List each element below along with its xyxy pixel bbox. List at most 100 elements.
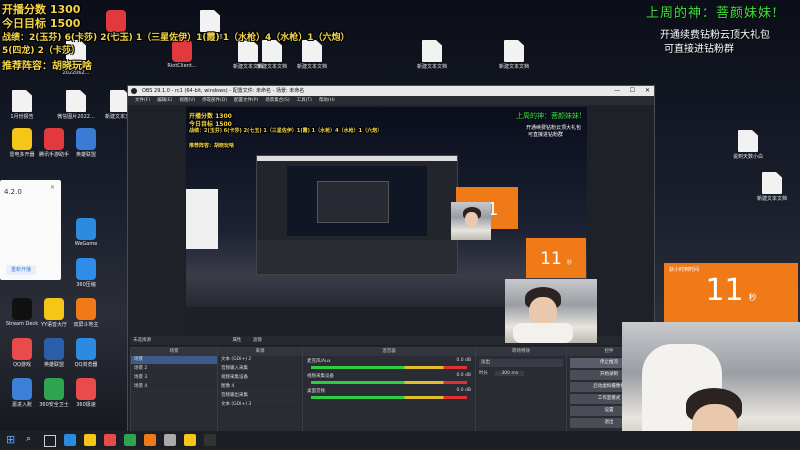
menu-item-3[interactable]: 视图(V)	[179, 98, 195, 103]
menu-item-8[interactable]: 帮助(H)	[319, 98, 335, 103]
transitions-panel: 转场特效 淡出 时长 300 ms	[475, 347, 567, 433]
desktop-icon-5[interactable]: 新建文本文档	[412, 40, 452, 70]
restart-stream-button[interactable]: 重新开播	[6, 265, 36, 275]
desktop-icon-label: QQ浏览器	[74, 362, 98, 368]
app-icon	[76, 258, 96, 280]
mixer-header: 混音器	[303, 348, 475, 356]
app-icon	[76, 378, 96, 400]
source-row-2[interactable]: 音频输入采集	[218, 365, 302, 374]
taskbar-app-icon-8[interactable]	[204, 434, 216, 446]
overlay-promo-1: 开通续费钻粉云顶大礼包	[660, 30, 770, 41]
preview-webcam	[451, 202, 491, 240]
desktop-icon-21[interactable]: 360极速	[66, 378, 106, 408]
close-window-icon[interactable]: ✕	[645, 86, 650, 96]
overlay-lineup: 推荐阵容：胡晓玩啥	[2, 61, 92, 72]
app-icon	[76, 298, 96, 320]
duration-label: 时长	[479, 371, 488, 376]
taskbar-app-icon-5[interactable]	[144, 434, 156, 446]
volume-meter[interactable]	[311, 381, 467, 384]
mixer-channel-name: 桌面音频	[307, 389, 325, 394]
volume-meter[interactable]	[311, 396, 467, 399]
filters-button[interactable]: 滤镜	[253, 338, 262, 343]
minimize-icon[interactable]: —	[614, 86, 620, 96]
sources-list: 文本 (GDI+) 2 音频输入采集 视频采集设备 图像 4 音频输出采集 文本 (GDI…	[218, 356, 302, 410]
app-icon	[12, 298, 32, 320]
transitions-header: 转场特效	[476, 348, 566, 356]
overlay-target: 今日目标 1500	[2, 17, 81, 30]
app-icon	[12, 378, 32, 400]
preview-promo-1: 开通续费钻粉云顶大礼包	[526, 125, 582, 131]
desktop-icon-7[interactable]: 1月份报告	[2, 90, 42, 120]
scenes-header: 场景	[131, 348, 217, 356]
menu-item-6[interactable]: 场景集合(S)	[265, 98, 289, 103]
menu-item-1[interactable]: 文件(F)	[135, 98, 150, 103]
menu-item-7[interactable]: 工具(T)	[297, 98, 312, 103]
taskbar-app-icon-7[interactable]	[184, 434, 196, 446]
mixer-channel-3: 桌面音频 0.0 dB	[303, 386, 475, 399]
nested-preview	[287, 166, 427, 236]
source-row-5[interactable]: 音频输出采集	[218, 392, 302, 401]
source-row-4[interactable]: 图像 4	[218, 383, 302, 392]
source-row-3[interactable]: 视频采集设备	[218, 374, 302, 383]
taskbar-app-icon-2[interactable]	[84, 434, 96, 446]
taskbar-app-icon-1[interactable]	[64, 434, 76, 446]
search-icon[interactable]: ⌕	[26, 434, 31, 444]
mixer-panel: 混音器 麦克风/Aux 0.0 dB 视频采集设备 0.0 dB 桌面音频 0.0 dB	[302, 347, 476, 433]
desktop-icon-4[interactable]: 新建文本文档	[292, 40, 332, 70]
app-icon	[172, 40, 192, 62]
mixer-channel-db: 0.0 dB	[456, 373, 471, 378]
taskbar-app-icon-3[interactable]	[104, 434, 116, 446]
file-icon	[422, 40, 442, 62]
desktop-icon-25[interactable]: 新建文本文档	[752, 172, 792, 202]
desktop-icon-18[interactable]: QQ浏览器	[66, 338, 106, 368]
countdown-small-unit: 秒	[566, 260, 572, 266]
mixer-channel-name: 视频采集设备	[307, 374, 334, 379]
properties-button[interactable]: 属性	[232, 338, 241, 343]
taskbar-app-icon-4[interactable]	[124, 434, 136, 446]
source-row-6[interactable]: 文本 (GDI+) 3	[218, 401, 302, 410]
desktop-icon-label: 新建文本文档	[756, 196, 787, 202]
app-icon	[44, 338, 64, 360]
source-row-1[interactable]: 文本 (GDI+) 2	[218, 356, 302, 365]
transition-select[interactable]: 淡出	[479, 359, 563, 367]
desktop-icon-2[interactable]: RiotClient...	[162, 40, 202, 69]
menu-item-2[interactable]: 编辑(E)	[157, 98, 172, 103]
menu-item-4[interactable]: 停靠部件(D)	[202, 98, 227, 103]
file-icon	[762, 172, 782, 194]
mixer-channel-name: 麦克风/Aux	[307, 359, 331, 364]
start-icon[interactable]: ⊞	[6, 434, 15, 446]
task-view-icon[interactable]	[44, 435, 56, 447]
file-icon	[738, 130, 758, 152]
preview-popup	[186, 189, 218, 249]
taskbar-app-icon-6[interactable]	[164, 434, 176, 446]
preview-promo-2: 可直接进钻粉群	[528, 132, 564, 138]
desktop-icon-27[interactable]: 微信图片2022...	[56, 90, 96, 120]
duration-input[interactable]: 300 ms	[495, 371, 525, 376]
scene-row-2[interactable]: 场景 2	[131, 365, 217, 374]
sources-header: 来源	[218, 348, 302, 356]
file-icon	[302, 40, 322, 62]
desktop-icon-6[interactable]: 新建文本文档	[494, 40, 534, 70]
overlay-record: 战绩：2(玉芬) 6(卡莎) 2(七玉) 1（三星佐伊）1(霞) 1（水枪）4（…	[2, 33, 350, 43]
volume-meter[interactable]	[311, 366, 467, 369]
desktop-icon-label: 新建文本文档	[296, 64, 327, 70]
app-icon	[44, 378, 64, 400]
scene-row-4[interactable]: 场景 4	[131, 383, 217, 392]
app-icon	[12, 338, 32, 360]
desktop-icon-11[interactable]: WeGame	[66, 218, 106, 247]
scene-row-3[interactable]: 场景 3	[131, 374, 217, 383]
scene-row-1[interactable]: 场景	[131, 356, 217, 365]
overlay-god-title: 上周的神：菩颜妹妹!	[646, 6, 779, 21]
maximize-icon[interactable]: ☐	[630, 86, 635, 96]
desktop-icon-24[interactable]: 说到天数小白	[728, 130, 768, 160]
file-icon	[200, 10, 220, 32]
desktop-icon-23[interactable]: 新建文本文档	[252, 40, 292, 70]
desktop-icon-12[interactable]: 360压缩	[66, 258, 106, 288]
menu-item-5[interactable]: 配置文件(P)	[234, 98, 258, 103]
close-icon[interactable]: ✕	[50, 184, 55, 191]
desktop-icon-10[interactable]: 英雄联盟	[66, 128, 106, 158]
desktop-icon-label: RiotClient...	[167, 63, 197, 69]
desktop-icon-label: 360压缩	[76, 282, 96, 288]
mixer-channel-2: 视频采集设备 0.0 dB	[303, 371, 475, 384]
desktop-icon-15[interactable]: 双屏斗地主	[66, 298, 106, 328]
